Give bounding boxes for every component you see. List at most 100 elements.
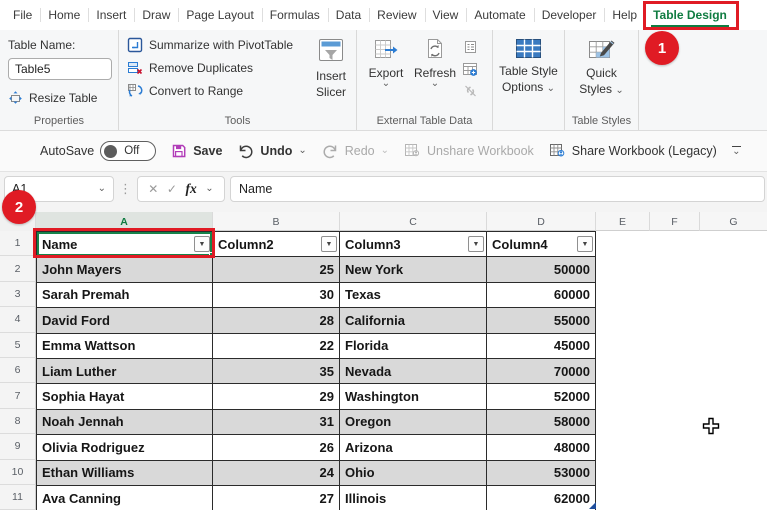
cell-age[interactable]: 30 bbox=[213, 283, 340, 308]
row-header-3[interactable]: 3 bbox=[0, 282, 36, 307]
cell-state[interactable]: Illinois bbox=[340, 486, 487, 510]
unlink-button[interactable] bbox=[461, 83, 479, 99]
tab-view[interactable]: View bbox=[425, 0, 467, 30]
tab-review[interactable]: Review bbox=[369, 0, 424, 30]
row-header-2[interactable]: 2 bbox=[0, 256, 36, 281]
unshare-workbook-button[interactable]: Unshare Workbook bbox=[404, 143, 534, 159]
cell-state[interactable]: Florida bbox=[340, 334, 487, 359]
cell-salary[interactable]: 62000 bbox=[487, 486, 596, 510]
row-header-4[interactable]: 4 bbox=[0, 307, 36, 332]
cell-age[interactable]: 22 bbox=[213, 334, 340, 359]
cell-age[interactable]: 28 bbox=[213, 308, 340, 333]
cell-state[interactable]: Arizona bbox=[340, 435, 487, 460]
cell-name[interactable]: David Ford bbox=[37, 308, 213, 333]
tab-file[interactable]: File bbox=[5, 0, 40, 30]
cell-salary[interactable]: 50000 bbox=[487, 257, 596, 282]
table-row[interactable]: Sophia Hayat 29 Washington 52000 bbox=[37, 384, 596, 409]
table-row[interactable]: David Ford 28 California 55000 bbox=[37, 308, 596, 333]
data-range-properties-button[interactable] bbox=[461, 39, 479, 55]
cell-d1[interactable]: Column4 ▼ bbox=[487, 232, 596, 257]
share-workbook-legacy-button[interactable]: Share Workbook (Legacy) bbox=[549, 143, 717, 159]
tab-home[interactable]: Home bbox=[40, 0, 88, 30]
column-header-d[interactable]: D bbox=[487, 212, 596, 231]
autosave-toggle[interactable]: Off bbox=[100, 141, 156, 161]
tab-table-design[interactable]: Table Design bbox=[645, 0, 735, 30]
cell-salary[interactable]: 53000 bbox=[487, 461, 596, 486]
table-row[interactable]: Ethan Williams 24 Ohio 53000 bbox=[37, 461, 596, 486]
tab-developer[interactable]: Developer bbox=[534, 0, 605, 30]
row-header-1[interactable]: 1 bbox=[0, 231, 36, 256]
row-header-9[interactable]: 9 bbox=[0, 434, 36, 459]
cell-state[interactable]: New York bbox=[340, 257, 487, 282]
quick-styles-button[interactable]: Quick Styles ⌄ bbox=[565, 30, 638, 97]
customize-qat-button[interactable]: ⌄ bbox=[732, 146, 741, 157]
enter-icon[interactable]: ✓ bbox=[167, 182, 177, 196]
row-header-11[interactable]: 11 bbox=[0, 485, 36, 510]
table-row[interactable]: Liam Luther 35 Nevada 70000 bbox=[37, 359, 596, 384]
cell-state[interactable]: Nevada bbox=[340, 359, 487, 384]
table-resize-handle[interactable] bbox=[589, 502, 596, 509]
table-row[interactable]: Ava Canning 27 Illinois 62000 bbox=[37, 486, 596, 510]
cell-c1[interactable]: Column3 ▼ bbox=[340, 232, 487, 257]
tab-draw[interactable]: Draw bbox=[134, 0, 178, 30]
cell-state[interactable]: Washington bbox=[340, 384, 487, 409]
insert-function-icon[interactable]: fx bbox=[185, 181, 196, 197]
redo-button[interactable]: Redo ⌄ bbox=[322, 143, 389, 159]
cell-age[interactable]: 27 bbox=[213, 486, 340, 510]
cell-age[interactable]: 29 bbox=[213, 384, 340, 409]
cell-age[interactable]: 24 bbox=[213, 461, 340, 486]
table-row[interactable]: Emma Wattson 22 Florida 45000 bbox=[37, 334, 596, 359]
cell-name[interactable]: Emma Wattson bbox=[37, 334, 213, 359]
cell-name[interactable]: John Mayers bbox=[37, 257, 213, 282]
save-button[interactable]: Save bbox=[171, 143, 222, 159]
cell-salary[interactable]: 60000 bbox=[487, 283, 596, 308]
tab-formulas[interactable]: Formulas bbox=[262, 0, 328, 30]
cell-salary[interactable]: 70000 bbox=[487, 359, 596, 384]
row-header-7[interactable]: 7 bbox=[0, 383, 36, 408]
table-row[interactable]: Noah Jennah 31 Oregon 58000 bbox=[37, 410, 596, 435]
cell-name[interactable]: Sophia Hayat bbox=[37, 384, 213, 409]
cell-salary[interactable]: 48000 bbox=[487, 435, 596, 460]
row-header-5[interactable]: 5 bbox=[0, 333, 36, 358]
filter-button-column2[interactable]: ▼ bbox=[321, 236, 337, 252]
cell-b1[interactable]: Column2 ▼ bbox=[213, 232, 340, 257]
remove-duplicates-button[interactable]: Remove Duplicates bbox=[127, 60, 305, 76]
cell-age[interactable]: 31 bbox=[213, 410, 340, 435]
column-header-f[interactable]: F bbox=[650, 212, 700, 231]
cell-age[interactable]: 25 bbox=[213, 257, 340, 282]
summarize-with-pivottable-button[interactable]: Summarize with PivotTable bbox=[127, 37, 305, 53]
filter-button-column3[interactable]: ▼ bbox=[468, 236, 484, 252]
cell-state[interactable]: Oregon bbox=[340, 410, 487, 435]
row-header-10[interactable]: 10 bbox=[0, 460, 36, 485]
cell-salary[interactable]: 58000 bbox=[487, 410, 596, 435]
cell-name[interactable]: Ava Canning bbox=[37, 486, 213, 510]
cell-name[interactable]: Sarah Premah bbox=[37, 283, 213, 308]
tab-automate[interactable]: Automate bbox=[466, 0, 533, 30]
undo-button[interactable]: Undo ⌄ bbox=[237, 143, 306, 159]
table-style-options-button[interactable]: Table Style Options ⌄ bbox=[493, 30, 564, 95]
cell-name[interactable]: Olivia Rodriguez bbox=[37, 435, 213, 460]
cell-name[interactable]: Ethan Williams bbox=[37, 461, 213, 486]
cell-name[interactable]: Liam Luther bbox=[37, 359, 213, 384]
cell-age[interactable]: 35 bbox=[213, 359, 340, 384]
column-header-c[interactable]: C bbox=[340, 212, 487, 231]
cell-salary[interactable]: 52000 bbox=[487, 384, 596, 409]
tab-page-layout[interactable]: Page Layout bbox=[178, 0, 261, 30]
row-header-8[interactable]: 8 bbox=[0, 409, 36, 434]
cell-salary[interactable]: 45000 bbox=[487, 334, 596, 359]
column-header-g[interactable]: G bbox=[700, 212, 767, 231]
row-header-6[interactable]: 6 bbox=[0, 358, 36, 383]
convert-to-range-button[interactable]: Convert to Range bbox=[127, 83, 305, 99]
resize-table-button[interactable]: Resize Table bbox=[8, 90, 112, 105]
table-name-input[interactable] bbox=[8, 58, 112, 80]
filter-button-column4[interactable]: ▼ bbox=[577, 236, 593, 252]
tab-data[interactable]: Data bbox=[328, 0, 369, 30]
table-row[interactable]: Sarah Premah 30 Texas 60000 bbox=[37, 283, 596, 308]
formula-input[interactable]: Name bbox=[230, 176, 765, 202]
cell-state[interactable]: Texas bbox=[340, 283, 487, 308]
insert-slicer-button[interactable]: Insert Slicer bbox=[307, 37, 355, 100]
tab-insert[interactable]: Insert bbox=[88, 0, 134, 30]
column-header-e[interactable]: E bbox=[596, 212, 650, 231]
cancel-icon[interactable]: ✕ bbox=[148, 182, 158, 196]
open-in-browser-button[interactable] bbox=[461, 61, 479, 77]
